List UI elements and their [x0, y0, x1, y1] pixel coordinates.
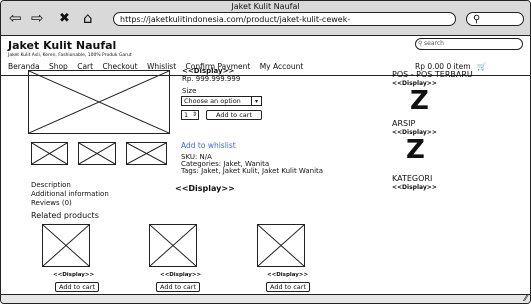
site-title[interactable]: Jaket Kulit Naufal [8, 39, 116, 52]
sidebar-placeholder-glyph: Z [406, 135, 425, 165]
product-title-display: <<Display>> [182, 67, 235, 75]
search-placeholder: search [424, 40, 444, 47]
sidebar-display: <<Display>> [392, 184, 437, 191]
related-products-heading: Related products [31, 211, 99, 220]
quantity-stepper[interactable]: 1 ⇕ [181, 110, 199, 120]
related-product-image[interactable] [149, 224, 197, 267]
sidebar-placeholder-glyph: Z [410, 86, 429, 116]
tab-additional-information[interactable]: Additional information [31, 190, 109, 198]
related-product-label: <<Display>> [267, 272, 309, 278]
product-price: Rp. 999.999.999 [182, 75, 241, 83]
related-product-label: <<Display>> [53, 272, 95, 278]
search-icon: ⚲ [473, 14, 481, 25]
related-product-label: <<Display>> [160, 272, 202, 278]
related-product-image[interactable] [42, 224, 90, 267]
browser-window: Jaket Kulit Naufal ⇦ ⇨ ✖ ⌂ https://jaket… [0, 0, 531, 304]
window-title: Jaket Kulit Naufal [231, 2, 300, 11]
related-add-to-cart-button[interactable]: Add to cart [266, 282, 310, 292]
tab-reviews[interactable]: Reviews (0) [31, 199, 72, 207]
forward-arrow-icon[interactable]: ⇨ [31, 11, 44, 26]
related-add-to-cart-button[interactable]: Add to cart [156, 282, 200, 292]
size-select[interactable]: Choose an option ▾ [181, 96, 262, 106]
product-thumbnail[interactable] [78, 142, 116, 165]
site-search-input[interactable]: ⚲ search [415, 38, 523, 50]
close-icon[interactable]: ✖ [59, 11, 70, 26]
stepper-arrows-icon: ⇕ [191, 111, 197, 118]
related-product-image[interactable] [257, 224, 305, 267]
url-bar[interactable]: https://jaketkulitindonesia.com/product/… [113, 12, 456, 26]
menu-item-my-account[interactable]: My Account [260, 62, 304, 71]
add-to-whishlist-link[interactable]: Add to whislist [181, 141, 236, 150]
product-tags: Tags: Jaket, Jaket Kulit, Jaket Kulit Wa… [181, 167, 324, 175]
site-tagline: Jaket Kulit Asli, Keren, Fashionable, 10… [8, 53, 132, 58]
product-thumbnail[interactable] [126, 142, 167, 165]
chevron-down-icon: ▾ [251, 97, 261, 105]
add-to-cart-button[interactable]: Add to cart [206, 110, 262, 120]
sidebar-heading-category: KATEGORI [392, 174, 433, 183]
product-main-image [28, 70, 170, 134]
back-arrow-icon[interactable]: ⇦ [9, 11, 22, 26]
related-add-to-cart-button[interactable]: Add to cart [55, 282, 99, 292]
browser-search-box[interactable]: ⚲ [466, 12, 524, 26]
cart-icon: 🛒 [476, 62, 487, 71]
tab-description[interactable]: Description [31, 181, 71, 189]
sidebar-heading-archive: ARSIP [392, 119, 416, 128]
size-select-value: Choose an option [184, 97, 241, 105]
search-icon: ⚲ [418, 40, 423, 47]
home-icon[interactable]: ⌂ [83, 11, 93, 26]
status-bar: ⁄⁄ [1, 294, 530, 303]
resize-grip-icon[interactable]: ⁄⁄ [524, 294, 527, 303]
tab-content-display: <<Display>> [175, 184, 235, 193]
sidebar-heading-recent-posts: POS - POS TERBARU [392, 70, 473, 79]
browser-toolbar: Jaket Kulit Naufal ⇦ ⇨ ✖ ⌂ https://jaket… [1, 1, 530, 36]
size-label: Size [182, 87, 197, 95]
quantity-value: 1 [184, 111, 189, 119]
product-thumbnail[interactable] [31, 142, 68, 165]
